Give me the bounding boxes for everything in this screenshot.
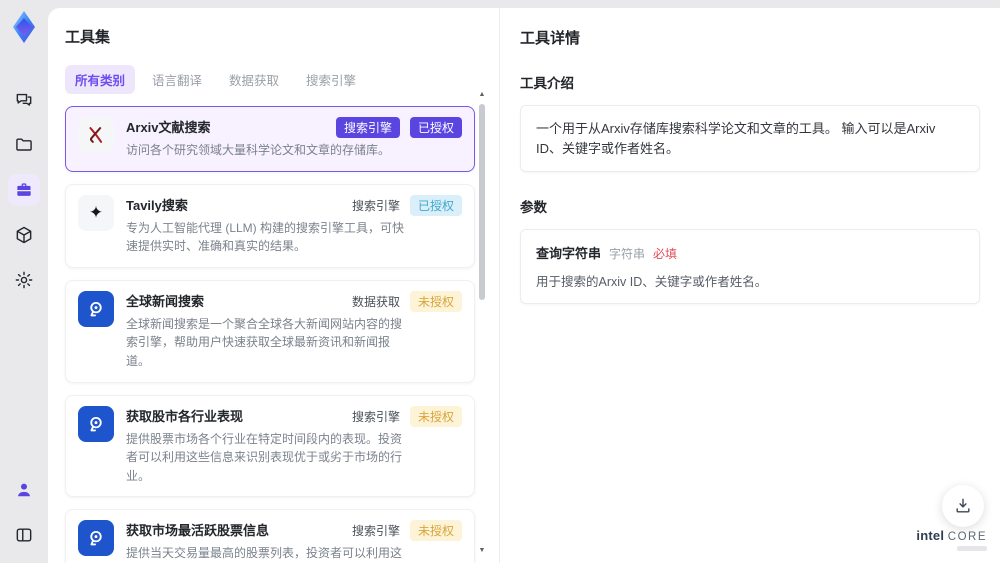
toolbox-icon: [17, 183, 31, 196]
category-tab-1[interactable]: 语言翻译: [142, 65, 212, 94]
main-surface: 工具集 所有类别 语言翻译 数据获取 搜索引擎 Arxiv文献搜索 搜索引擎 已授权 …: [48, 8, 1000, 563]
tools-nav-button[interactable]: [8, 174, 40, 206]
tools-panel: 工具集 所有类别 语言翻译 数据获取 搜索引擎 Arxiv文献搜索 搜索引擎 已授权 …: [48, 8, 500, 563]
param-type: 字符串: [609, 247, 646, 261]
tool-name: 获取股市各行业表现: [126, 408, 244, 424]
brand-secondary: CORE: [947, 531, 987, 543]
tool-description: 全球新闻搜索是一个聚合全球各大新闻网站内容的搜索引擎，帮助用户快速获取全球最新资…: [126, 316, 403, 368]
page-title: 工具集: [65, 29, 111, 46]
scroll-up-arrow-icon[interactable]: ▲: [478, 91, 486, 99]
brand-underline-bar: [957, 546, 987, 551]
tool-auth-badge: 已授权: [409, 194, 462, 216]
tool-name: 全球新闻搜索: [126, 293, 205, 309]
tool-category-label: 搜索引擎: [351, 409, 400, 424]
tool-card[interactable]: 获取股市各行业表现 搜索引擎 未授权 提供股票市场各个行业在特定时间段内的表现。…: [65, 394, 475, 498]
tool-card[interactable]: 全球新闻搜索 数据获取 未授权 全球新闻搜索是一个聚合全球各大新闻网站内容的搜索…: [65, 279, 475, 383]
tavily-icon: ✦: [78, 194, 114, 231]
category-tabs: 所有类别 语言翻译 数据获取 搜索引擎: [65, 65, 475, 94]
files-nav-button[interactable]: [8, 129, 40, 161]
tool-list: Arxiv文献搜索 搜索引擎 已授权 访问各个研究领域大量科学论文和文章的存储库…: [65, 106, 475, 563]
param-name: 查询字符串: [536, 246, 602, 261]
category-tab-2[interactable]: 数据获取: [219, 65, 289, 94]
list-scrollbar[interactable]: ▲ ▼: [478, 91, 486, 555]
tool-name: Arxiv文献搜索: [126, 120, 211, 135]
scroll-down-arrow-icon[interactable]: ▼: [478, 547, 486, 555]
brand-primary: intel: [916, 528, 945, 543]
tool-category-label: 搜索引擎: [351, 198, 400, 213]
intro-text: 一个用于从Arxiv存储库搜索科学论文和文章的工具。 输入可以是Arxiv ID…: [536, 121, 936, 156]
news-search-icon: [90, 416, 102, 431]
tool-card[interactable]: ✦ Tavily搜索 搜索引擎 已授权 专为人工智能代理 (LLM) 构建的搜索…: [65, 183, 475, 268]
settings-nav-button[interactable]: [8, 264, 40, 296]
arxiv-icon: [78, 117, 114, 153]
account-button[interactable]: [8, 474, 40, 506]
tool-auth-badge: 已授权: [409, 117, 462, 138]
details-title: 工具详情: [520, 30, 581, 47]
collapse-panel-button[interactable]: [8, 519, 40, 551]
intro-heading: 工具介绍: [520, 76, 574, 91]
news-search-icon: [90, 301, 102, 317]
news-search-icon: [90, 531, 102, 546]
tool-category-label: 搜索引擎: [335, 117, 400, 138]
tool-description: 访问各个研究领域大量科学论文和文章的存储库。: [126, 143, 391, 157]
user-icon: [18, 483, 30, 497]
tool-description: 专为人工智能代理 (LLM) 构建的搜索引擎工具，可快速提供实时、准确和真实的结…: [126, 220, 405, 254]
sidebar-toggle-icon: [16, 528, 32, 542]
tool-description: 提供当天交易量最高的股票列表，投资者可以利用这些信息来识别流动性强的股票和潜在的…: [126, 546, 403, 561]
intel-core-logo: intel CORE: [916, 528, 987, 551]
news-icon: [78, 520, 114, 557]
download-icon: [956, 498, 970, 513]
tool-auth-badge: 未授权: [409, 405, 462, 427]
tool-name: 获取市场最活跃股票信息: [126, 523, 270, 539]
param-description: 用于搜索的Arxiv ID、关键字或作者姓名。: [536, 275, 768, 289]
chat-nav-button[interactable]: [8, 84, 40, 116]
news-icon: [78, 290, 114, 327]
chat-icon: [16, 93, 32, 106]
arxiv-logo-icon: [89, 127, 103, 143]
tool-card[interactable]: 获取市场最活跃股票信息 搜索引擎 未授权 提供当天交易量最高的股票列表，投资者可…: [65, 509, 475, 563]
download-button[interactable]: [942, 485, 984, 527]
tool-auth-badge: 未授权: [409, 290, 462, 312]
folder-icon: [16, 138, 32, 151]
cube-icon: [16, 226, 32, 244]
app-logo-icon: [8, 10, 40, 44]
app-rail: [0, 0, 48, 563]
tool-name: Tavily搜索: [126, 197, 188, 213]
category-tab-3[interactable]: 搜索引擎: [296, 65, 366, 94]
intro-box: 一个用于从Arxiv存储库搜索科学论文和文章的工具。 输入可以是Arxiv ID…: [520, 105, 980, 172]
packages-nav-button[interactable]: [8, 219, 40, 251]
news-icon: [78, 405, 114, 442]
tool-category-label: 搜索引擎: [351, 524, 400, 539]
tavily-star-icon: ✦: [88, 203, 104, 223]
tool-description: 提供股票市场各个行业在特定时间段内的表现。投资者可以利用这些信息来识别表现优于或…: [126, 431, 403, 483]
tool-details-panel: 工具详情 工具介绍 一个用于从Arxiv存储库搜索科学论文和文章的工具。 输入可…: [500, 8, 1000, 563]
gear-icon: [15, 271, 33, 289]
param-box: 查询字符串 字符串 必填 用于搜索的Arxiv ID、关键字或作者姓名。: [520, 229, 980, 304]
tool-auth-badge: 未授权: [409, 520, 462, 542]
tool-card[interactable]: Arxiv文献搜索 搜索引擎 已授权 访问各个研究领域大量科学论文和文章的存储库…: [65, 106, 475, 172]
param-required-flag: 必填: [653, 247, 678, 261]
category-tab-0[interactable]: 所有类别: [65, 65, 136, 94]
scrollbar-thumb[interactable]: [479, 104, 485, 300]
params-heading: 参数: [520, 200, 547, 215]
tool-category-label: 数据获取: [351, 294, 400, 309]
